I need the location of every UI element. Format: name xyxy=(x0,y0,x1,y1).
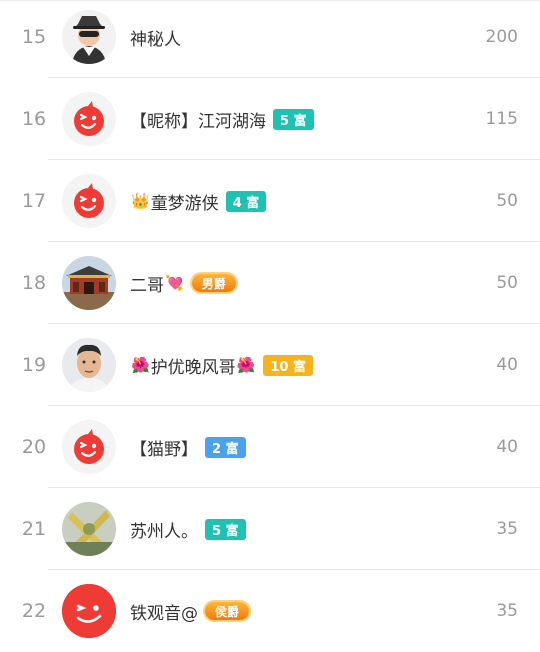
user-name[interactable]: 苏州人。 5 富 xyxy=(130,488,246,570)
rank-number: 15 xyxy=(21,26,47,48)
name-text: 护优晚风哥 xyxy=(150,357,236,378)
wealth-badge: 5 富 xyxy=(273,108,314,130)
name-text: 【昵称】江河湖海 xyxy=(130,111,266,132)
user-name[interactable]: 👑 童梦游侠 4 富 xyxy=(130,160,267,242)
avatar[interactable] xyxy=(62,10,116,64)
app-logo-icon xyxy=(62,584,116,638)
name-text: 童梦游侠 xyxy=(150,193,219,214)
list-item[interactable]: 22 铁观音@ 侯爵 35 xyxy=(0,570,540,652)
avatar[interactable] xyxy=(62,584,116,638)
avatar[interactable] xyxy=(62,502,116,556)
flower-icon: 🌺 xyxy=(131,356,150,374)
name-text: 铁观音@ xyxy=(130,603,198,624)
avatar[interactable] xyxy=(62,174,116,228)
user-name[interactable]: 神秘人 xyxy=(130,0,181,78)
score: 40 xyxy=(496,355,518,375)
user-name[interactable]: 二哥 💘 男爵 xyxy=(130,242,236,324)
crown-icon: 👑 xyxy=(131,192,150,210)
rank-number: 22 xyxy=(21,600,47,622)
avatar[interactable] xyxy=(62,338,116,392)
list-item[interactable]: 19 🌺 护优晚风哥 🌺 10 富 40 xyxy=(0,324,540,406)
list-item[interactable]: 15 神秘人 200 xyxy=(0,0,540,78)
app-logo-icon xyxy=(62,174,116,228)
name-text: 神秘人 xyxy=(130,29,181,50)
user-name[interactable]: 🌺 护优晚风哥 🌺 10 富 xyxy=(130,324,313,406)
score: 50 xyxy=(496,273,518,293)
avatar[interactable] xyxy=(62,256,116,310)
name-text: 【猫野】 xyxy=(130,439,198,460)
person-photo-icon xyxy=(62,338,116,392)
list-item[interactable]: 18 二哥 💘 男爵 50 xyxy=(0,242,540,324)
flower-icon: 🌺 xyxy=(236,356,256,374)
rank-number: 20 xyxy=(21,436,47,458)
list-item[interactable]: 16 【昵称】江河湖海 5 富 115 xyxy=(0,78,540,160)
name-text: 苏州人。 xyxy=(130,521,198,542)
app-logo-icon xyxy=(62,420,116,474)
wealth-badge: 5 富 xyxy=(205,518,246,540)
heart-icon: 💘 xyxy=(165,274,184,292)
avatar[interactable] xyxy=(62,92,116,146)
rank-number: 19 xyxy=(21,354,47,376)
wealth-badge: 2 富 xyxy=(205,436,246,458)
score: 35 xyxy=(496,519,518,539)
user-name[interactable]: 【昵称】江河湖海 5 富 xyxy=(130,78,314,160)
rank-number: 16 xyxy=(21,108,47,130)
user-name[interactable]: 【猫野】 2 富 xyxy=(130,406,246,488)
incognito-avatar-icon xyxy=(62,10,116,64)
avatar[interactable] xyxy=(62,420,116,474)
rank-number: 18 xyxy=(21,272,47,294)
rank-title-badge: 男爵 xyxy=(191,274,236,292)
rank-title-badge: 侯爵 xyxy=(205,602,250,620)
score: 35 xyxy=(496,601,518,621)
list-item[interactable]: 17 👑 童梦游侠 4 富 50 xyxy=(0,160,540,242)
plant-photo-icon xyxy=(62,502,116,556)
name-text: 二哥 xyxy=(130,275,164,296)
rank-number: 21 xyxy=(21,518,47,540)
wealth-badge: 10 富 xyxy=(263,354,313,376)
user-name[interactable]: 铁观音@ 侯爵 xyxy=(130,570,250,652)
score: 115 xyxy=(485,109,518,129)
score: 40 xyxy=(496,437,518,457)
gate-photo-icon xyxy=(62,256,116,310)
list-item[interactable]: 21 苏州人。 5 富 35 xyxy=(0,488,540,570)
score: 200 xyxy=(485,27,518,47)
wealth-badge: 4 富 xyxy=(225,190,267,212)
rank-number: 17 xyxy=(21,190,47,212)
score: 50 xyxy=(496,191,518,211)
app-logo-icon xyxy=(62,92,116,146)
list-item[interactable]: 20 【猫野】 2 富 40 xyxy=(0,406,540,488)
